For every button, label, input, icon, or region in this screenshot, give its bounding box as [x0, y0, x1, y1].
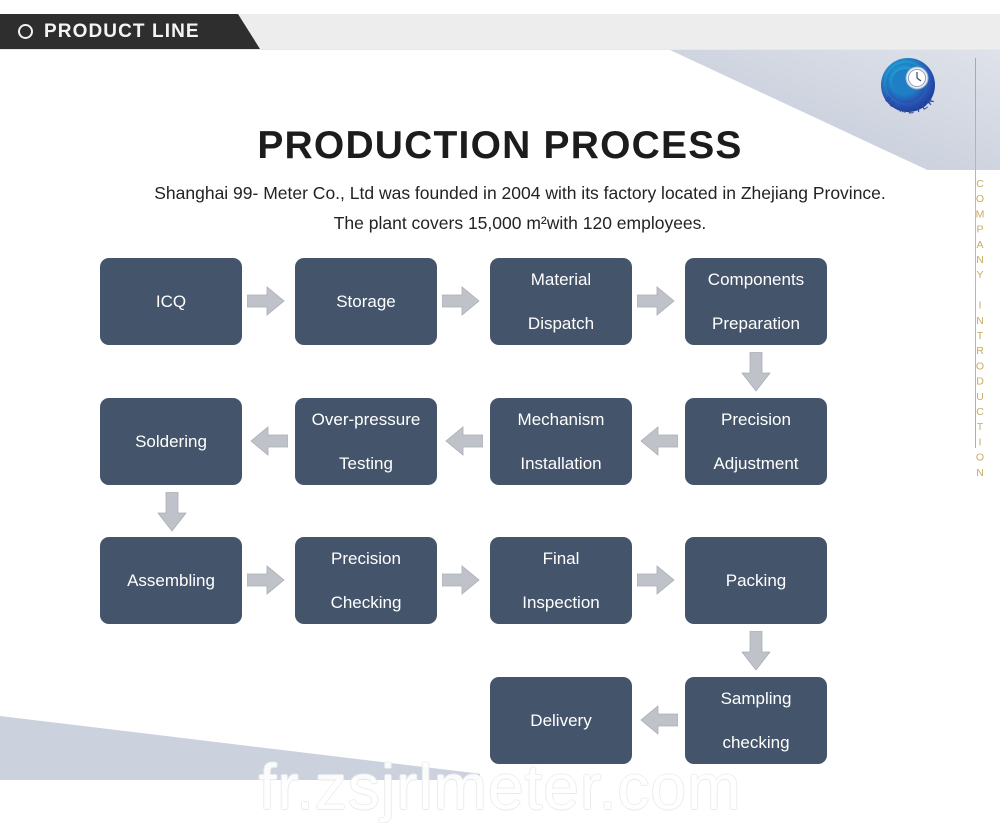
- process-node-over-pressure-testing[interactable]: Over-pressure Testing: [295, 398, 437, 485]
- process-node-delivery[interactable]: Delivery: [490, 677, 632, 764]
- node-label: Assembling: [127, 570, 215, 590]
- arrow-right-assembling-to-precision-checking: [247, 564, 285, 596]
- node-label-line2: Adjustment: [713, 453, 799, 473]
- process-node-packing[interactable]: Packing: [685, 537, 827, 624]
- node-label-line1: Sampling: [720, 688, 792, 708]
- arrow-left-precision-adjustment-to-mechanism-installation: [640, 425, 678, 457]
- process-node-precision-adjustment[interactable]: Precision Adjustment: [685, 398, 827, 485]
- process-node-final-inspection[interactable]: Final Inspection: [490, 537, 632, 624]
- node-label-line1: Over-pressure: [311, 409, 421, 429]
- process-node-assembling[interactable]: Assembling: [100, 537, 242, 624]
- node-label-line2: Preparation: [712, 313, 800, 333]
- process-node-mechanism-installation[interactable]: Mechanism Installation: [490, 398, 632, 485]
- process-node-components-preparation[interactable]: Components Preparation: [685, 258, 827, 345]
- node-label-line2: Installation: [520, 453, 602, 473]
- process-node-icq[interactable]: ICQ: [100, 258, 242, 345]
- arrow-down-soldering-to-assembling: [156, 492, 188, 532]
- node-label: Packing: [725, 570, 787, 590]
- arrow-right-icq-to-storage: [247, 285, 285, 317]
- process-node-soldering[interactable]: Soldering: [100, 398, 242, 485]
- node-label-line2: Checking: [330, 592, 402, 612]
- process-node-storage[interactable]: Storage: [295, 258, 437, 345]
- node-label: ICQ: [155, 291, 187, 311]
- arrow-down-components-preparation-to-precision-adjustment: [740, 352, 772, 392]
- node-label-line1: Components: [707, 269, 805, 289]
- node-label: Soldering: [135, 431, 207, 451]
- arrow-left-over-pressure-testing-to-soldering: [250, 425, 288, 457]
- arrow-right-precision-checking-to-final-inspection: [442, 564, 480, 596]
- node-label-line2: Dispatch: [527, 313, 595, 333]
- arrow-down-packing-to-sampling-checking: [740, 631, 772, 671]
- arrow-left-mechanism-installation-to-over-pressure-testing: [445, 425, 483, 457]
- process-node-sampling-checking[interactable]: Sampling checking: [685, 677, 827, 764]
- process-node-precision-checking[interactable]: Precision Checking: [295, 537, 437, 624]
- arrow-right-storage-to-material-dispatch: [442, 285, 480, 317]
- node-label-line2: Inspection: [522, 592, 600, 612]
- node-label: Delivery: [530, 710, 592, 730]
- node-label-line1: Precision: [721, 409, 791, 429]
- node-label-line1: Material: [530, 269, 592, 289]
- node-label-line2: Testing: [339, 453, 393, 473]
- production-process-flowchart: ICQ Storage Material Dispatch Components…: [0, 0, 1000, 832]
- node-label-line1: Final: [542, 548, 580, 568]
- arrow-right-material-dispatch-to-components-preparation: [637, 285, 675, 317]
- arrow-left-sampling-checking-to-delivery: [640, 704, 678, 736]
- process-node-material-dispatch[interactable]: Material Dispatch: [490, 258, 632, 345]
- node-label-line1: Precision: [331, 548, 401, 568]
- arrow-right-final-inspection-to-packing: [637, 564, 675, 596]
- node-label: Storage: [336, 291, 396, 311]
- node-label-line1: Mechanism: [517, 409, 605, 429]
- node-label-line2: checking: [722, 732, 790, 752]
